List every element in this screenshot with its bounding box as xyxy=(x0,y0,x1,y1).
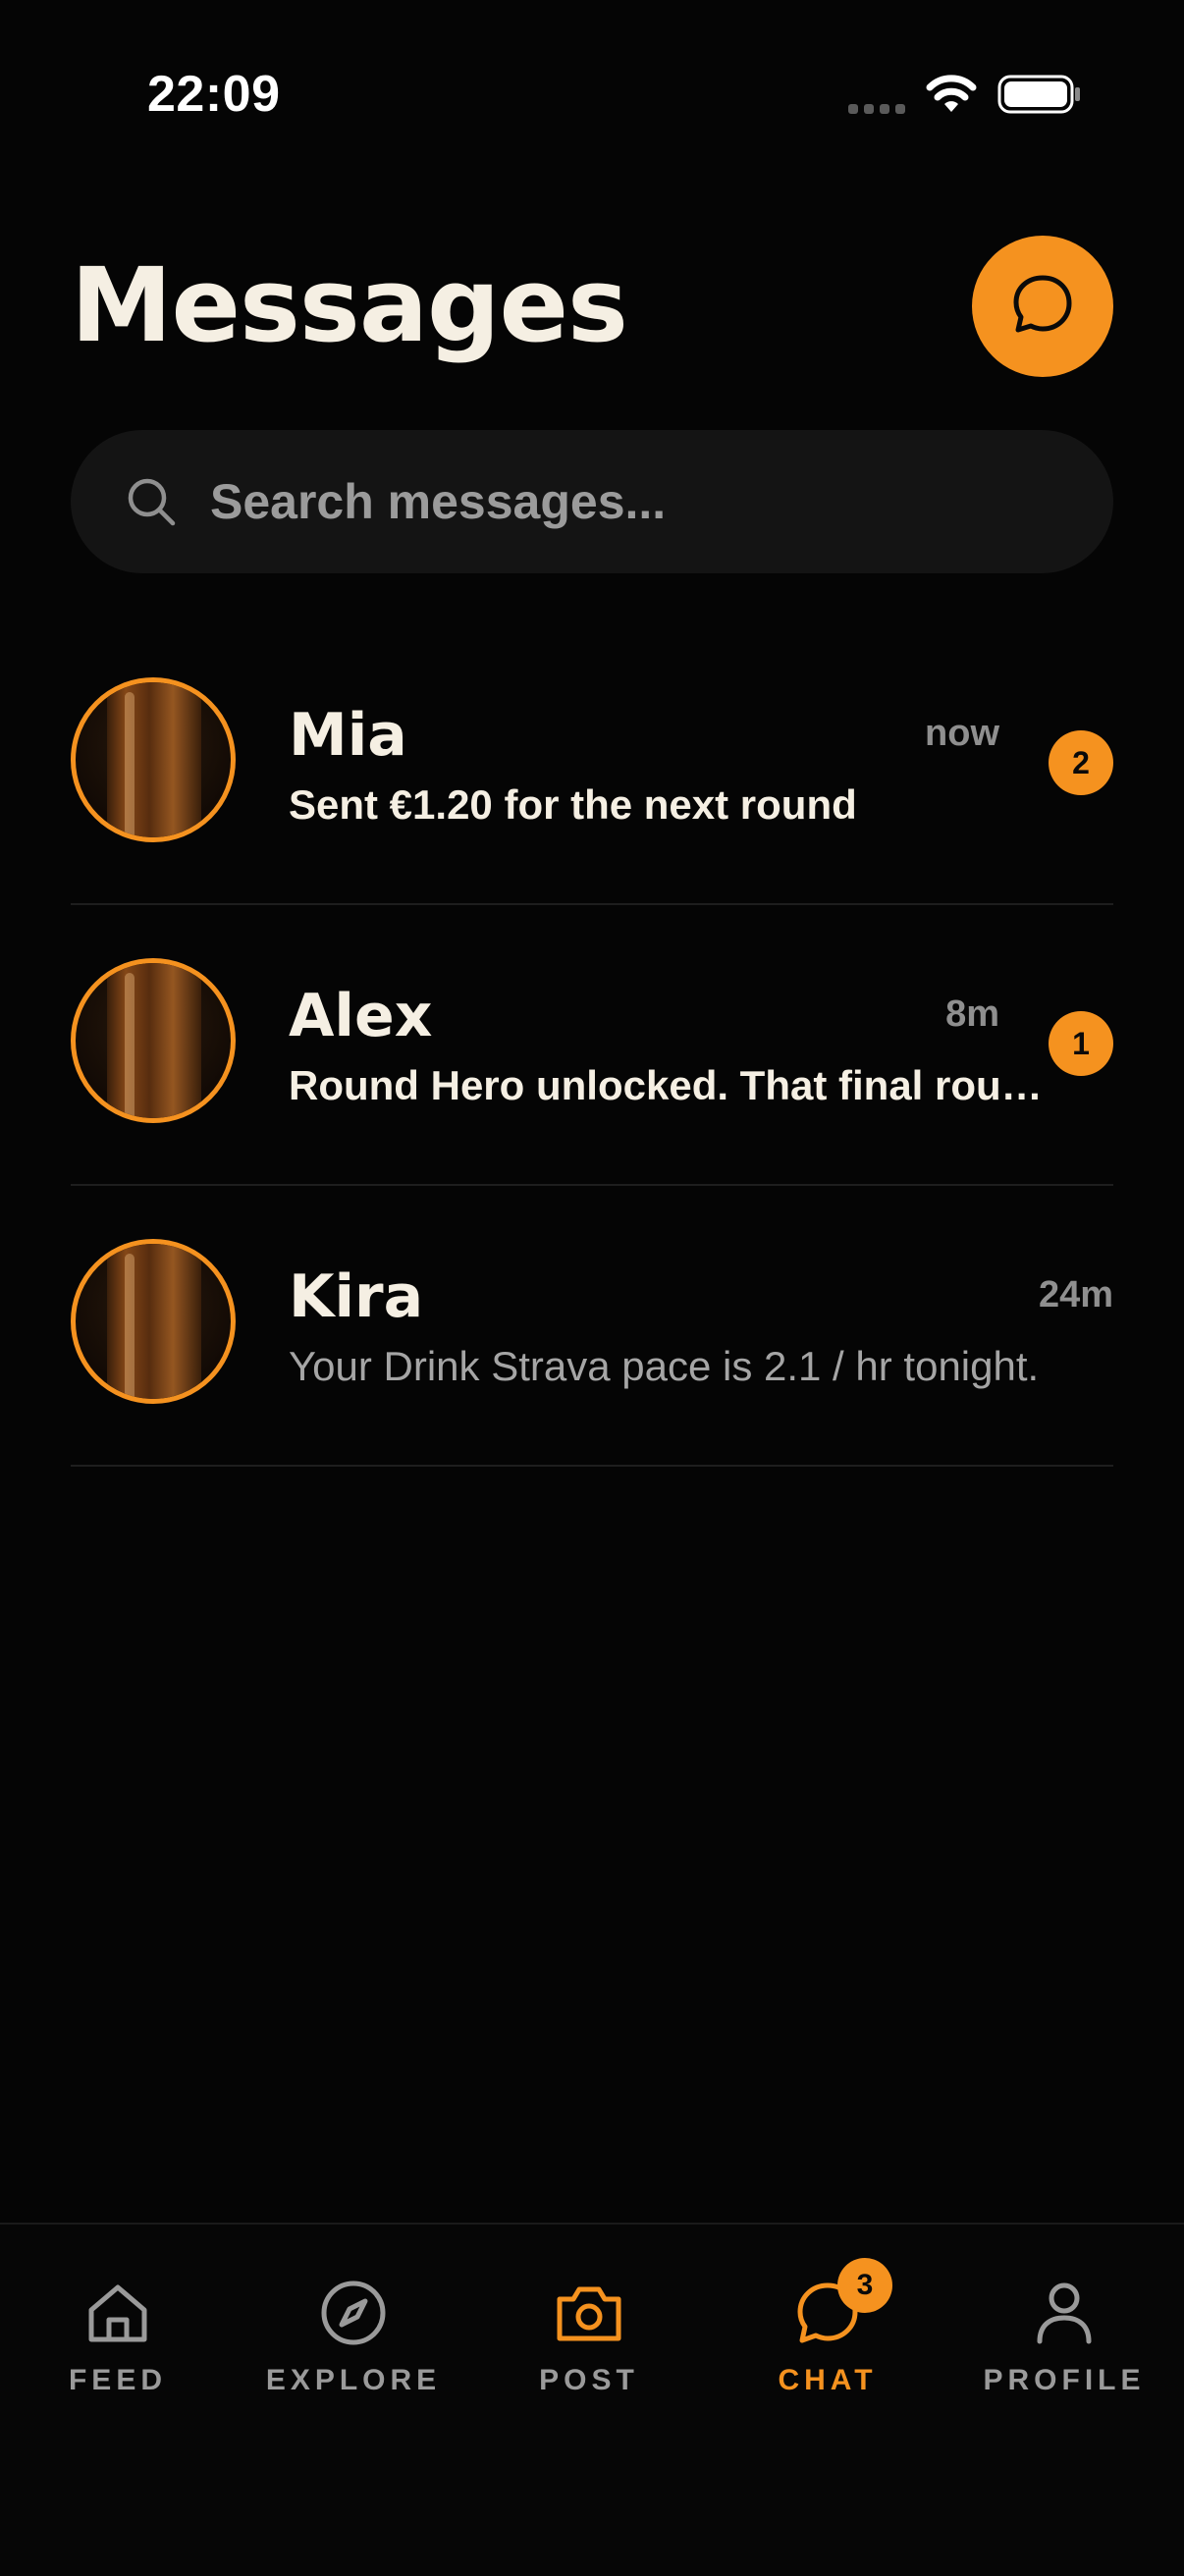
contact-name: Alex xyxy=(289,982,433,1050)
person-icon xyxy=(1027,2276,1102,2350)
avatar[interactable] xyxy=(71,1239,236,1404)
message-time: now xyxy=(925,713,999,754)
tab-label: CHAT xyxy=(778,2364,878,2396)
message-preview: Your Drink Strava pace is 2.1 / hr tonig… xyxy=(289,1343,1040,1389)
tab-label: FEED xyxy=(68,2364,167,2396)
bottom-tab-bar: FEED EXPLORE POST 3 CHAT PROFILE xyxy=(0,2223,1184,2576)
tab-label: EXPLORE xyxy=(265,2364,442,2396)
avatar[interactable] xyxy=(71,958,236,1123)
conversation-row-alex[interactable]: Alex 8m Round Hero unlocked. That final … xyxy=(71,905,1113,1186)
wifi-icon xyxy=(925,73,978,121)
cellular-signal-icon xyxy=(848,104,905,114)
chat-bubble-icon xyxy=(1008,270,1077,344)
tab-chat[interactable]: 3 CHAT xyxy=(710,2258,945,2423)
contact-name: Mia xyxy=(289,701,407,770)
chat-unread-badge: 3 xyxy=(837,2258,892,2313)
battery-icon xyxy=(997,73,1082,121)
search-bar[interactable] xyxy=(71,430,1113,573)
tab-label: POST xyxy=(539,2364,639,2396)
beer-glass-image xyxy=(107,682,201,837)
contact-name: Kira xyxy=(289,1262,424,1331)
status-bar: 22:09 xyxy=(0,0,1184,196)
message-preview: Sent €1.20 for the next round xyxy=(289,781,857,828)
tab-label: PROFILE xyxy=(983,2364,1146,2396)
tab-profile[interactable]: PROFILE xyxy=(946,2276,1182,2423)
beer-glass-image xyxy=(107,963,201,1118)
status-time: 22:09 xyxy=(147,66,281,123)
tab-feed[interactable]: FEED xyxy=(0,2276,236,2423)
new-message-button[interactable] xyxy=(972,236,1113,377)
conversation-row-mia[interactable]: Mia now Sent €1.20 for the next round 2 xyxy=(71,624,1113,905)
beer-glass-image xyxy=(107,1244,201,1399)
tab-explore[interactable]: EXPLORE xyxy=(236,2276,471,2423)
unread-badge: 1 xyxy=(1049,1011,1113,1076)
message-time: 24m xyxy=(1038,1274,1113,1315)
camera-icon xyxy=(552,2276,626,2350)
search-input[interactable] xyxy=(208,472,1017,531)
unread-badge: 2 xyxy=(1049,730,1113,795)
home-icon xyxy=(81,2276,155,2350)
conversation-list: Mia now Sent €1.20 for the next round 2 … xyxy=(71,624,1113,1467)
conversation-row-kira[interactable]: Kira 24m Your Drink Strava pace is 2.1 /… xyxy=(71,1186,1113,1467)
message-time: 8m xyxy=(945,993,999,1035)
tab-post[interactable]: POST xyxy=(471,2276,707,2423)
search-icon xyxy=(124,474,179,529)
message-preview: Round Hero unlocked. That final round wa… xyxy=(289,1062,1064,1108)
compass-icon xyxy=(316,2276,391,2350)
chat-bubble-icon: 3 xyxy=(790,2258,892,2350)
page-title: Messages xyxy=(71,245,628,365)
avatar[interactable] xyxy=(71,677,236,842)
